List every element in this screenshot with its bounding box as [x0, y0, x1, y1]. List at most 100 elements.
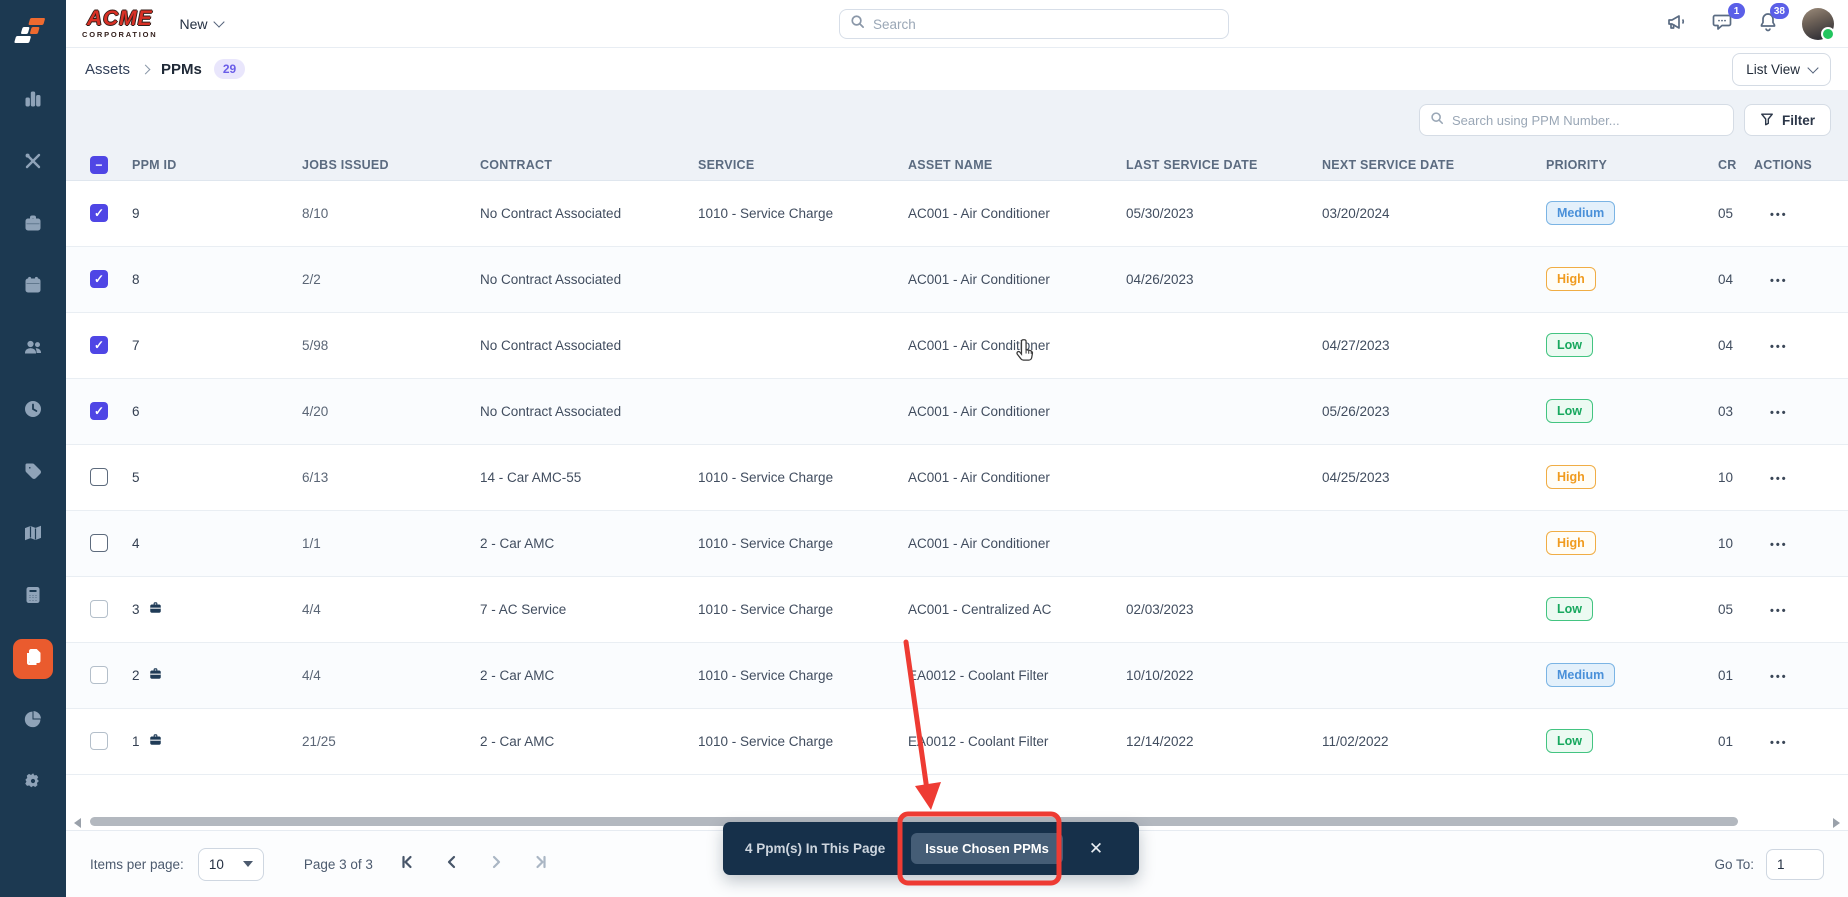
row-checkbox[interactable]: ✓: [90, 270, 108, 288]
asset-name: EA0012 - Coolant Filter: [908, 708, 1126, 774]
asset-name: AC001 - Air Conditioner: [908, 180, 1126, 246]
items-per-page-label: Items per page:: [90, 857, 184, 872]
sidebar-item-reports[interactable]: [13, 701, 53, 741]
row-actions-button[interactable]: •••: [1770, 275, 1788, 287]
close-icon[interactable]: ✕: [1089, 840, 1103, 857]
asset-name: AC001 - Centralized AC: [908, 576, 1126, 642]
priority-badge: Low: [1546, 729, 1593, 753]
table-row[interactable]: 34/47 - AC Service1010 - Service ChargeA…: [66, 576, 1848, 642]
company-logo[interactable]: ACME CORPORATION: [82, 8, 158, 39]
breadcrumb: Assets PPMs 29: [85, 59, 245, 79]
first-page-button[interactable]: [399, 853, 417, 876]
sidebar-item-maintenance[interactable]: [13, 143, 53, 183]
select-all-checkbox[interactable]: −: [90, 156, 108, 174]
service: [698, 312, 908, 378]
row-checkbox[interactable]: [90, 600, 108, 618]
briefcase-icon: [23, 213, 43, 238]
priority-badge: High: [1546, 531, 1596, 555]
last-service-date: 02/03/2023: [1126, 576, 1322, 642]
gear-icon: [23, 771, 43, 796]
new-menu-button[interactable]: New: [180, 16, 223, 32]
announcements-button[interactable]: [1666, 12, 1688, 37]
previous-page-button[interactable]: [443, 853, 461, 876]
sidebar-item-time[interactable]: [13, 391, 53, 431]
row-actions-button[interactable]: •••: [1770, 209, 1788, 221]
view-switcher-button[interactable]: List View: [1732, 53, 1831, 86]
last-service-date: 10/10/2022: [1126, 642, 1322, 708]
row-checkbox[interactable]: [90, 732, 108, 750]
row-checkbox[interactable]: [90, 534, 108, 552]
goto-page-input[interactable]: [1766, 849, 1824, 880]
contract: 14 - Car AMC-55: [480, 444, 698, 510]
sidebar-item-map[interactable]: [13, 515, 53, 555]
row-actions-button[interactable]: •••: [1770, 671, 1788, 683]
row-actions-button[interactable]: •••: [1770, 539, 1788, 551]
last-page-button[interactable]: [531, 853, 549, 876]
app-logo-icon[interactable]: [11, 9, 55, 53]
items-per-page-select[interactable]: 10: [198, 848, 264, 881]
sidebar-item-dashboard[interactable]: [13, 81, 53, 121]
breadcrumb-assets[interactable]: Assets: [85, 61, 130, 78]
selection-action-bar: 4 Ppm(s) In This Page Issue Chosen PPMs …: [723, 822, 1139, 875]
cr-value: 03: [1718, 378, 1754, 444]
sidebar-item-calendar[interactable]: [13, 267, 53, 307]
priority-badge: Low: [1546, 333, 1593, 357]
table-row[interactable]: 24/42 - Car AMC1010 - Service ChargeEA00…: [66, 642, 1848, 708]
jobs-issued: 4/20: [302, 378, 480, 444]
notifications-button[interactable]: 38: [1758, 11, 1778, 37]
table-row[interactable]: ✓75/98No Contract AssociatedAC001 - Air …: [66, 312, 1848, 378]
jobs-issued: 2/2: [302, 246, 480, 312]
row-actions-button[interactable]: •••: [1770, 605, 1788, 617]
calendar-icon: [23, 275, 43, 300]
sidebar-item-assets[interactable]: [13, 205, 53, 245]
issue-chosen-ppms-button[interactable]: Issue Chosen PPMs: [911, 833, 1063, 864]
next-service-date: [1322, 510, 1546, 576]
row-checkbox[interactable]: [90, 468, 108, 486]
row-checkbox[interactable]: [90, 666, 108, 684]
filter-button[interactable]: Filter: [1744, 104, 1831, 136]
ppm-id: 8: [132, 272, 140, 287]
sidebar-item-meters[interactable]: [13, 577, 53, 617]
table-row[interactable]: 41/12 - Car AMC1010 - Service ChargeAC00…: [66, 510, 1848, 576]
scroll-right-arrow-icon[interactable]: [1833, 818, 1840, 828]
table-row[interactable]: ✓82/2No Contract AssociatedAC001 - Air C…: [66, 246, 1848, 312]
dropdown-arrow-icon: [243, 861, 253, 867]
new-menu-label: New: [180, 16, 208, 32]
asset-name: AC001 - Air Conditioner: [908, 312, 1126, 378]
next-page-button[interactable]: [487, 853, 505, 876]
row-actions-button[interactable]: •••: [1770, 737, 1788, 749]
chevron-down-icon: [1807, 62, 1818, 73]
sidebar-item-ppms[interactable]: [13, 639, 53, 679]
row-actions-button[interactable]: •••: [1770, 341, 1788, 353]
search-icon: [850, 14, 865, 34]
ppm-search-input[interactable]: [1452, 113, 1723, 128]
table-row[interactable]: ✓64/20No Contract AssociatedAC001 - Air …: [66, 378, 1848, 444]
sidebar-item-teams[interactable]: [13, 329, 53, 369]
contract: 2 - Car AMC: [480, 510, 698, 576]
table-row[interactable]: ✓98/10No Contract Associated1010 - Servi…: [66, 180, 1848, 246]
row-checkbox[interactable]: ✓: [90, 402, 108, 420]
jobs-issued: 5/98: [302, 312, 480, 378]
priority-badge: High: [1546, 465, 1596, 489]
column-header-asset-name: ASSET NAME: [908, 150, 1126, 180]
global-search-input[interactable]: [873, 17, 1218, 32]
sidebar-item-tags[interactable]: [13, 453, 53, 493]
table-row[interactable]: 56/1314 - Car AMC-551010 - Service Charg…: [66, 444, 1848, 510]
user-avatar[interactable]: [1802, 8, 1834, 40]
selection-count-text: 4 Ppm(s) In This Page: [745, 841, 885, 856]
table-row[interactable]: 121/252 - Car AMC1010 - Service ChargeEA…: [66, 708, 1848, 774]
sidebar-item-settings[interactable]: [13, 763, 53, 803]
tools-icon: [23, 151, 43, 176]
top-bar: ACME CORPORATION New 1 38: [66, 0, 1848, 48]
service: 1010 - Service Charge: [698, 708, 908, 774]
scroll-left-arrow-icon[interactable]: [74, 818, 81, 828]
column-header-next-service-date: NEXT SERVICE DATE: [1322, 150, 1546, 180]
row-actions-button[interactable]: •••: [1770, 473, 1788, 485]
service: 1010 - Service Charge: [698, 642, 908, 708]
row-checkbox[interactable]: ✓: [90, 336, 108, 354]
clock-icon: [23, 399, 43, 424]
messages-button[interactable]: 1: [1712, 11, 1734, 37]
service: [698, 246, 908, 312]
row-checkbox[interactable]: ✓: [90, 204, 108, 222]
row-actions-button[interactable]: •••: [1770, 407, 1788, 419]
